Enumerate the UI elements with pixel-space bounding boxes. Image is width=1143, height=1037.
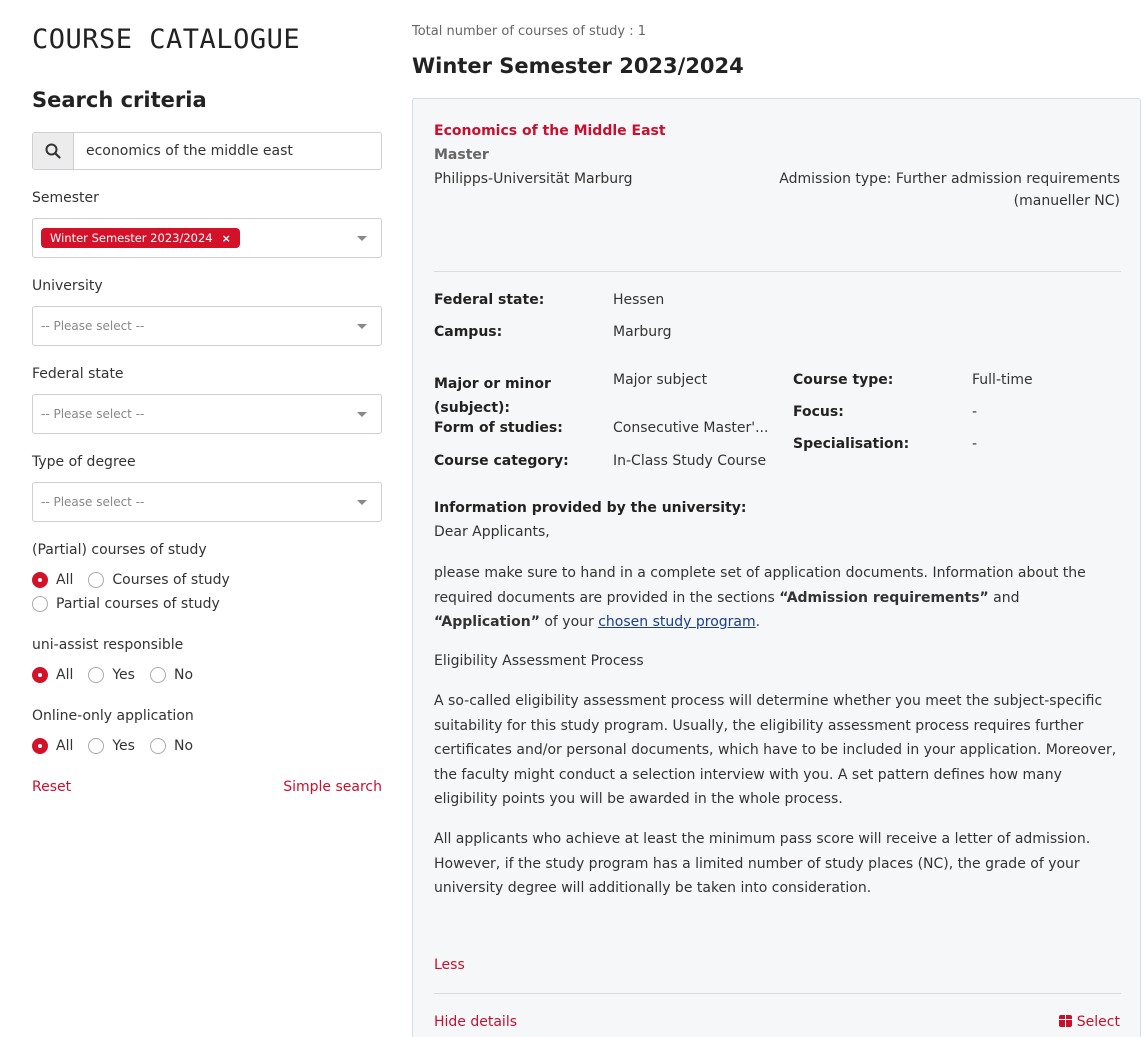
gift-icon <box>1058 1015 1072 1027</box>
partial-courses-radio-group: All Courses of study <box>32 572 245 588</box>
radio-unchecked-icon[interactable] <box>88 572 105 588</box>
chevron-down-icon <box>357 500 367 505</box>
specialisation-key: Specialisation: <box>793 436 910 452</box>
radio-checked-icon[interactable] <box>32 738 48 754</box>
campus-value: Marburg <box>613 324 672 340</box>
university-select[interactable]: -- Please select -- <box>32 306 382 346</box>
reset-link[interactable]: Reset <box>32 779 71 795</box>
degree-type-label: Type of degree <box>32 454 136 470</box>
radio-unchecked-icon[interactable] <box>32 596 48 612</box>
semester-select[interactable]: Winter Semester 2023/2024 × <box>32 218 382 258</box>
chevron-down-icon <box>357 236 367 241</box>
federal-state-label: Federal state <box>32 366 124 382</box>
form-of-studies-value: Consecutive Master'... <box>613 420 769 436</box>
search-box <box>32 132 382 170</box>
divider <box>434 993 1121 994</box>
radio-unchecked-icon[interactable] <box>88 738 105 754</box>
search-input[interactable] <box>74 133 381 169</box>
federal-state-select[interactable]: -- Please select -- <box>32 394 382 434</box>
radio-online-all[interactable]: All <box>32 738 73 754</box>
page-title: COURSE CATALOGUE <box>32 24 301 55</box>
online-only-label: Online-only application <box>32 708 194 724</box>
partial-courses-label: (Partial) courses of study <box>32 542 207 558</box>
simple-search-link[interactable]: Simple search <box>283 779 382 795</box>
specialisation-value: - <box>972 436 978 452</box>
course-university: Philipps-Universität Marburg <box>434 171 633 187</box>
remove-tag-icon[interactable]: × <box>222 232 231 245</box>
radio-checked-icon[interactable] <box>32 572 48 588</box>
hide-details-link[interactable]: Hide details <box>434 1014 517 1030</box>
chevron-down-icon <box>357 324 367 329</box>
divider <box>434 271 1121 272</box>
course-type-value: Full-time <box>972 372 1033 388</box>
course-category-value: In-Class Study Course <box>613 453 767 469</box>
chosen-study-program-link[interactable]: chosen study program <box>598 614 755 630</box>
radio-partial-partial[interactable]: Partial courses of study <box>32 596 220 612</box>
info-paragraph-3: All applicants who achieve at least the … <box>434 831 1091 896</box>
radio-uniassist-yes[interactable]: Yes <box>88 667 135 683</box>
degree-type-select[interactable]: -- Please select -- <box>32 482 382 522</box>
course-degree: Master <box>434 147 489 163</box>
form-of-studies-key: Form of studies: <box>434 420 563 436</box>
admission-type-line2: (manueller NC) <box>1013 193 1120 209</box>
admission-type: Admission type: Further admission requir… <box>779 171 1120 209</box>
uniassist-radio-group: All Yes No <box>32 667 208 683</box>
course-category-key: Course category: <box>434 453 569 469</box>
info-paragraph-2: A so-called eligibility assessment proce… <box>434 693 1117 807</box>
semester-tag-label: Winter Semester 2023/2024 <box>50 231 213 245</box>
radio-uniassist-no[interactable]: No <box>149 667 193 683</box>
radio-unchecked-icon[interactable] <box>149 667 166 683</box>
info-paragraph-1: please make sure to hand in a complete s… <box>434 565 1086 630</box>
focus-key: Focus: <box>793 404 844 420</box>
campus-key: Campus: <box>434 324 503 340</box>
radio-online-yes[interactable]: Yes <box>88 738 135 754</box>
greeting: Dear Applicants, <box>434 524 550 540</box>
partial-courses-radio-group-2: Partial courses of study <box>32 596 235 612</box>
chevron-down-icon <box>357 412 367 417</box>
federal-state-value: Hessen <box>613 292 665 308</box>
semester-heading: Winter Semester 2023/2024 <box>412 54 744 78</box>
info-heading: Information provided by the university: <box>434 500 747 516</box>
admission-type-line1: Admission type: Further admission requir… <box>779 171 1120 187</box>
radio-unchecked-icon[interactable] <box>149 738 166 754</box>
university-label: University <box>32 278 103 294</box>
select-button[interactable]: Select <box>1058 1014 1120 1030</box>
semester-tag: Winter Semester 2023/2024 × <box>41 228 240 248</box>
uniassist-label: uni-assist responsible <box>32 637 184 653</box>
radio-uniassist-all[interactable]: All <box>32 667 73 683</box>
degree-type-placeholder: -- Please select -- <box>41 495 145 509</box>
radio-checked-icon[interactable] <box>32 667 48 683</box>
search-icon[interactable] <box>33 133 74 169</box>
radio-partial-all[interactable]: All <box>32 572 73 588</box>
radio-online-no[interactable]: No <box>149 738 193 754</box>
total-count: Total number of courses of study : 1 <box>412 24 647 39</box>
online-only-radio-group: All Yes No <box>32 738 208 754</box>
major-minor-key-line2: (subject): <box>434 400 511 416</box>
semester-label: Semester <box>32 190 99 206</box>
major-minor-key-line1: Major or minor <box>434 376 551 392</box>
federal-state-placeholder: -- Please select -- <box>41 407 145 421</box>
federal-state-key: Federal state: <box>434 292 545 308</box>
course-title[interactable]: Economics of the Middle East <box>434 123 666 139</box>
major-minor-key: Major or minor (subject): <box>434 372 551 420</box>
major-minor-value: Major subject <box>613 372 708 388</box>
course-card: Economics of the Middle East Master Phil… <box>412 98 1141 1037</box>
radio-partial-courses[interactable]: Courses of study <box>88 572 230 588</box>
search-criteria-heading: Search criteria <box>32 88 207 112</box>
less-link[interactable]: Less <box>434 957 465 973</box>
focus-value: - <box>972 404 978 420</box>
course-type-key: Course type: <box>793 372 894 388</box>
university-placeholder: -- Please select -- <box>41 319 145 333</box>
eligibility-heading: Eligibility Assessment Process <box>434 653 644 669</box>
radio-unchecked-icon[interactable] <box>88 667 105 683</box>
